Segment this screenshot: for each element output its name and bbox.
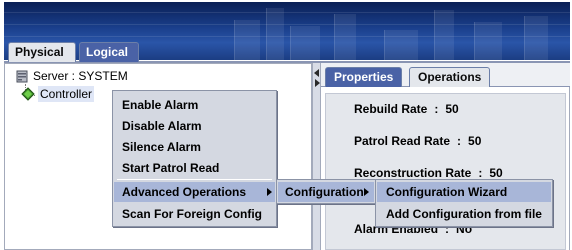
property-patrol-read-rate: Patrol Read Rate:50 [354,134,481,148]
chevron-right-icon [364,188,369,196]
property-name: Reconstruction Rate [354,166,472,180]
menu-item-disable-alarm[interactable]: Disable Alarm [113,116,276,136]
menu-item-label: Advanced Operations [122,185,247,199]
property-separator: : [478,166,483,180]
menu-separator [117,179,272,180]
property-rebuild-rate: Rebuild Rate:50 [354,102,459,116]
tab-physical[interactable]: Physical [8,42,76,62]
tab-logical[interactable]: Logical [79,42,139,62]
tab-operations[interactable]: Operations [409,67,491,87]
details-tabstrip: Properties Operations [321,63,570,87]
property-name: Rebuild Rate [354,102,428,116]
property-name: Patrol Read Rate [354,134,451,148]
server-label: Server : SYSTEM [33,69,128,83]
submenu-configuration: Configuration Wizard Add Configuration f… [375,179,553,227]
menu-item-advanced-operations[interactable]: Advanced Operations [114,182,275,202]
menu-item-configuration[interactable]: Configuration [278,182,374,202]
property-reconstruction-rate: Reconstruction Rate:50 [354,166,503,180]
tab-properties[interactable]: Properties [325,67,403,87]
controller-icon [21,87,35,101]
tree-node-controller[interactable]: Controller [21,86,95,102]
controller-label: Controller [38,86,95,102]
menu-item-label: Configuration [285,185,364,199]
property-value: 50 [468,134,482,148]
panel-splitter[interactable] [312,63,321,250]
menu-item-configuration-wizard[interactable]: Configuration Wizard [377,182,551,202]
collapse-left-icon[interactable] [314,69,319,77]
server-icon [16,70,28,82]
menu-item-enable-alarm[interactable]: Enable Alarm [113,95,276,115]
property-separator: : [434,102,439,116]
context-menu: Enable Alarm Disable Alarm Silence Alarm… [112,90,277,227]
app-window: Physical Logical Server : SYSTEM Control… [0,0,572,250]
collapse-right-icon[interactable] [315,79,320,87]
property-value: 50 [489,166,503,180]
menu-item-silence-alarm[interactable]: Silence Alarm [113,137,276,157]
tree-node-server[interactable]: Server : SYSTEM [15,68,128,84]
property-separator: : [457,134,462,148]
menu-item-start-patrol-read[interactable]: Start Patrol Read [113,158,276,178]
submenu-advanced: Configuration [276,179,376,204]
menu-item-scan-foreign-config[interactable]: Scan For Foreign Config [113,204,276,224]
chevron-right-icon [267,188,272,196]
property-value: 50 [445,102,459,116]
menu-item-add-configuration-from-file[interactable]: Add Configuration from file [377,204,551,224]
